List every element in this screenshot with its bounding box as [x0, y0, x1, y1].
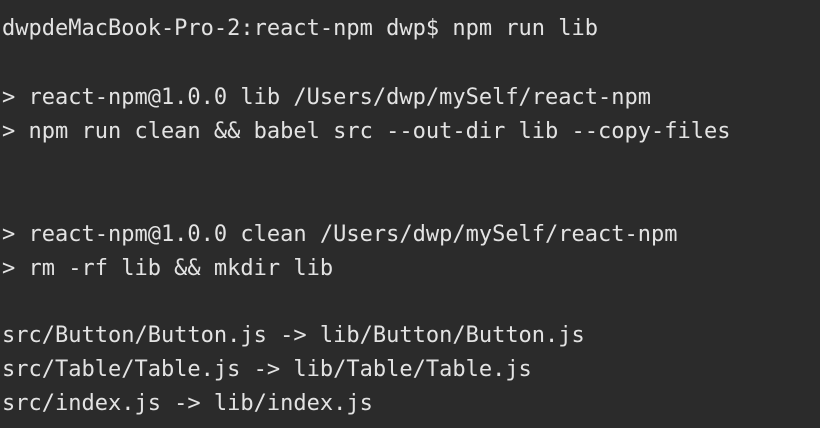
terminal-output-line: > rm -rf lib && mkdir lib — [2, 256, 334, 281]
terminal-command-line: dwpdeMacBook-Pro-2:react-npm dwp$ npm ru… — [2, 16, 599, 41]
terminal-output-line: > react-npm@1.0.0 clean /Users/dwp/mySel… — [2, 222, 678, 247]
terminal-output-line: src/index.js -> lib/index.js — [2, 391, 373, 416]
terminal-window[interactable]: dwpdeMacBook-Pro-2:react-npm dwp$ npm ru… — [0, 0, 820, 428]
terminal-output-line: src/Button/Button.js -> lib/Button/Butto… — [2, 323, 585, 348]
terminal-output-line: > npm run clean && babel src --out-dir l… — [2, 119, 731, 144]
terminal-output-line: > react-npm@1.0.0 lib /Users/dwp/mySelf/… — [2, 85, 652, 110]
terminal-output-line: src/Table/Table.js -> lib/Table/Table.js — [2, 357, 532, 382]
